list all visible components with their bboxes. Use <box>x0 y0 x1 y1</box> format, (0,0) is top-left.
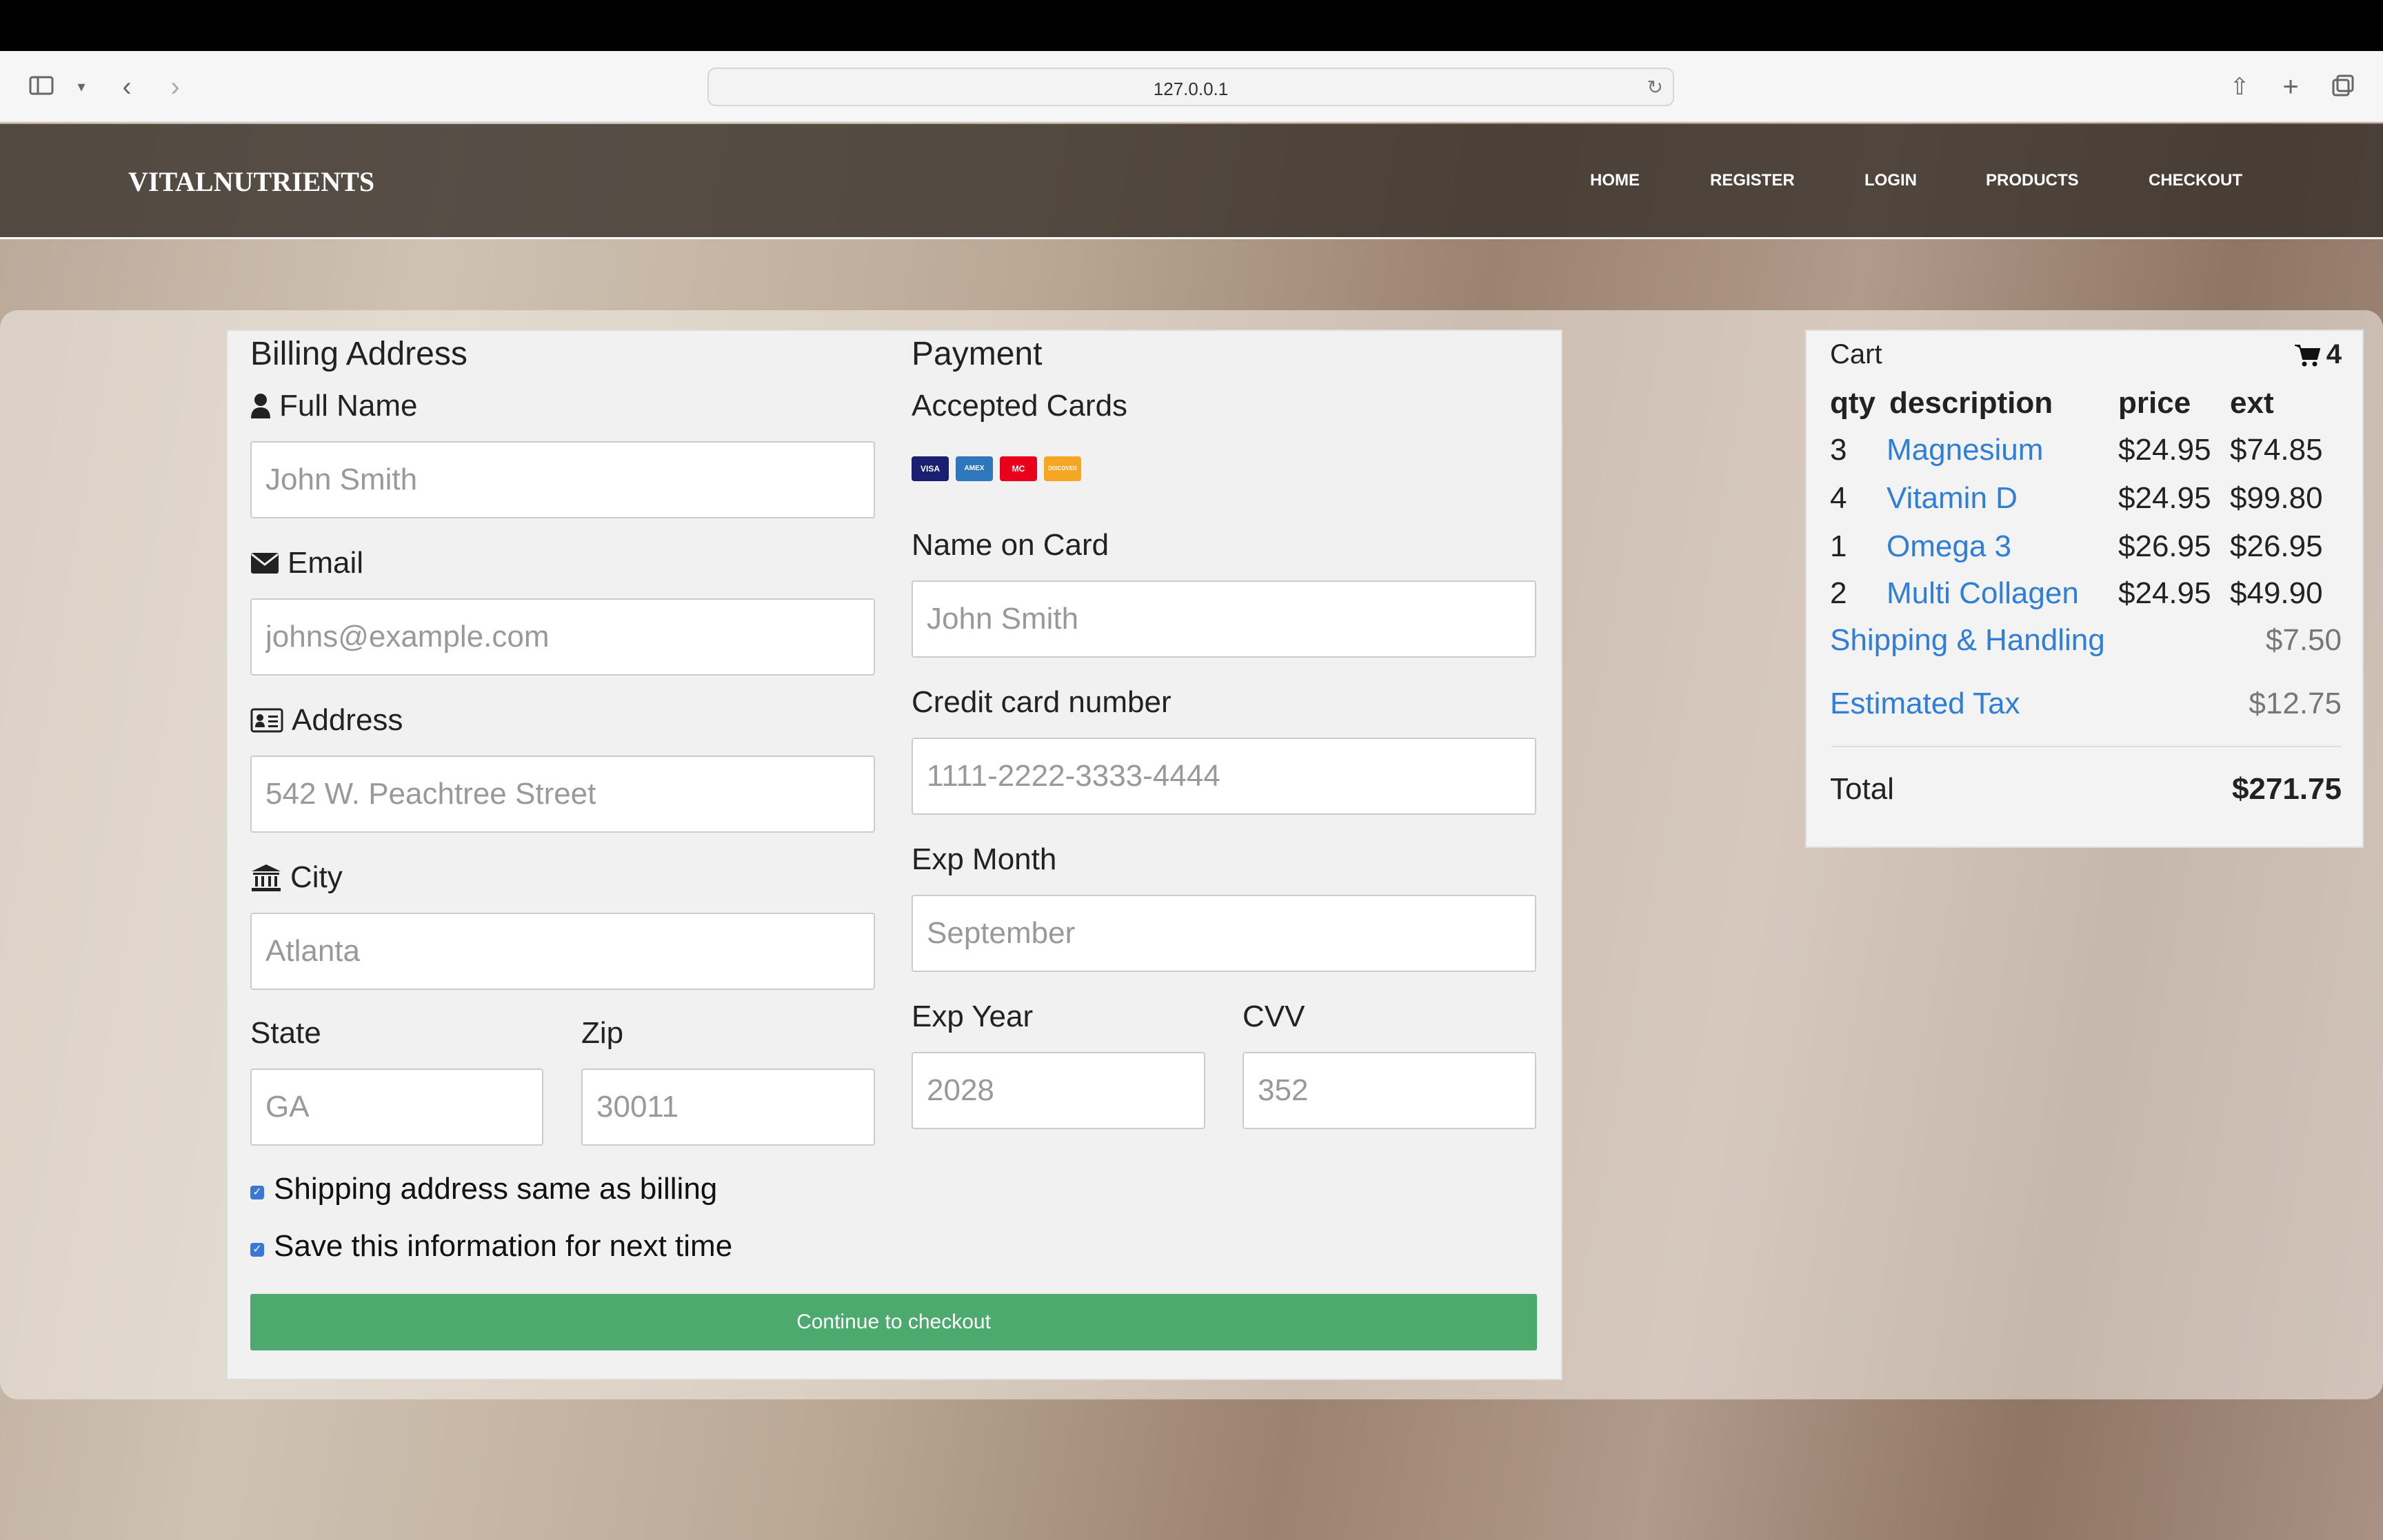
state-label: State <box>250 1016 321 1050</box>
forward-icon[interactable]: › <box>160 72 190 102</box>
envelope-icon <box>251 553 279 574</box>
item-link-vitamin-d[interactable]: Vitamin D <box>1887 481 2018 516</box>
item-link-multi-collagen[interactable]: Multi Collagen <box>1887 576 2079 611</box>
same-address-checkbox[interactable]: ✓ Shipping address same as billing <box>250 1172 717 1206</box>
cart-count: 4 <box>2293 339 2342 370</box>
chevron-down-icon[interactable]: ▾ <box>66 72 97 102</box>
item-link-magnesium[interactable]: Magnesium <box>1887 433 2043 467</box>
nav-divider <box>0 237 2383 239</box>
header-price: price <box>2118 386 2191 420</box>
card-number-label: Credit card number <box>912 685 1172 719</box>
item-ext: $99.80 <box>2230 481 2323 515</box>
zip-input[interactable] <box>581 1068 875 1146</box>
cart-count-text: 4 <box>2326 339 2342 369</box>
item-price: $26.95 <box>2118 529 2211 563</box>
exp-year-input[interactable] <box>912 1052 1205 1129</box>
site-navbar: VITALNUTRIENTS HOME REGISTER LOGIN PRODU… <box>0 124 2383 239</box>
shopping-cart-icon <box>2294 344 2321 366</box>
reload-icon[interactable]: ↻ <box>1647 76 1663 99</box>
nav-checkout[interactable]: CHECKOUT <box>2149 171 2242 190</box>
item-qty: 3 <box>1830 433 1847 467</box>
header-ext: ext <box>2230 386 2274 420</box>
full-name-label: Full Name <box>250 389 418 423</box>
item-ext: $26.95 <box>2230 529 2323 563</box>
shipping-link[interactable]: Shipping & Handling <box>1830 623 2105 658</box>
item-qty: 1 <box>1830 529 1847 563</box>
item-ext: $49.90 <box>2230 576 2323 610</box>
os-top-bar <box>0 0 2383 51</box>
checkmark-icon[interactable]: ✓ <box>250 1186 264 1199</box>
address-bar[interactable]: 127.0.0.1 ↻ <box>707 68 1674 106</box>
continue-checkout-button[interactable]: Continue to checkout <box>250 1294 1537 1350</box>
same-address-text: Shipping address same as billing <box>274 1172 718 1206</box>
sidebar-toggle-icon[interactable] <box>26 72 57 102</box>
cvv-input[interactable] <box>1243 1052 1536 1129</box>
full-name-input[interactable] <box>250 441 875 518</box>
share-icon[interactable]: ⇧ <box>2224 72 2255 102</box>
state-input[interactable] <box>250 1068 543 1146</box>
item-qty: 2 <box>1830 576 1847 610</box>
brand-logo[interactable]: VITALNUTRIENTS <box>128 165 374 198</box>
total-label: Total <box>1830 772 1894 806</box>
visa-icon: VISA <box>912 456 949 481</box>
back-icon[interactable]: ‹ <box>112 72 142 102</box>
total-value: $271.75 <box>2231 772 2342 806</box>
item-qty: 4 <box>1830 481 1847 515</box>
accepted-cards: VISA AMEX MC DISCOVER <box>912 456 1081 481</box>
discover-icon: DISCOVER <box>1044 456 1081 481</box>
cart-panel: Cart 4 qty description price ext 3 Magne… <box>1805 330 2364 848</box>
url-text: 127.0.0.1 <box>1153 79 1229 99</box>
save-info-checkbox[interactable]: ✓ Save this information for next time <box>250 1229 732 1264</box>
shipping-value: $7.50 <box>2265 623 2342 657</box>
exp-month-label: Exp Month <box>912 842 1057 876</box>
tabs-overview-icon[interactable] <box>2328 72 2358 102</box>
payment-title: Payment <box>912 336 1043 372</box>
cart-title: Cart <box>1830 339 1882 369</box>
checkmark-icon[interactable]: ✓ <box>250 1243 264 1257</box>
exp-month-input[interactable] <box>912 895 1536 972</box>
item-link-omega-3[interactable]: Omega 3 <box>1887 529 2011 564</box>
address-label-text: Address <box>292 703 403 737</box>
address-label: Address <box>250 703 403 738</box>
city-input[interactable] <box>250 913 875 990</box>
nav-login[interactable]: LOGIN <box>1864 171 1917 190</box>
card-number-input[interactable] <box>912 738 1536 815</box>
accepted-cards-label: Accepted Cards <box>912 389 1128 423</box>
email-label-text: Email <box>288 546 364 580</box>
header-qty: qty <box>1830 386 1876 420</box>
name-on-card-label: Name on Card <box>912 528 1109 562</box>
cvv-label: CVV <box>1243 1000 1305 1033</box>
user-icon <box>251 394 270 418</box>
address-input[interactable] <box>250 756 875 833</box>
tax-link[interactable]: Estimated Tax <box>1830 687 2020 721</box>
cart-divider <box>1831 746 2342 747</box>
item-price: $24.95 <box>2118 433 2211 467</box>
email-label: Email <box>250 546 363 580</box>
item-price: $24.95 <box>2118 576 2211 610</box>
zip-label: Zip <box>581 1016 624 1050</box>
city-label-text: City <box>290 860 343 894</box>
nav-register[interactable]: REGISTER <box>1710 171 1795 190</box>
item-ext: $74.85 <box>2230 433 2323 467</box>
amex-icon: AMEX <box>956 456 993 481</box>
institution-icon <box>252 864 281 891</box>
tax-value: $12.75 <box>2249 687 2342 720</box>
header-description: description <box>1889 386 2053 420</box>
name-on-card-input[interactable] <box>912 580 1536 658</box>
billing-title: Billing Address <box>250 336 467 372</box>
full-name-label-text: Full Name <box>279 389 418 423</box>
mastercard-icon: MC <box>1000 456 1037 481</box>
city-label: City <box>250 860 343 895</box>
nav-products[interactable]: PRODUCTS <box>1986 171 2079 190</box>
save-info-text: Save this information for next time <box>274 1229 733 1263</box>
exp-year-label: Exp Year <box>912 1000 1034 1033</box>
email-input[interactable] <box>250 598 875 676</box>
new-tab-icon[interactable]: + <box>2275 72 2306 102</box>
item-price: $24.95 <box>2118 481 2211 515</box>
address-card-icon <box>250 708 283 733</box>
nav-home[interactable]: HOME <box>1590 171 1640 190</box>
